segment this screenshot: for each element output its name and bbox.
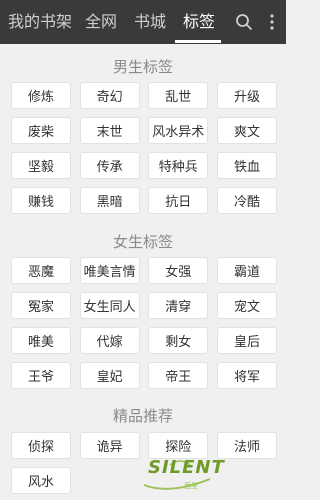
tag-chip[interactable]: 乱世 [148, 82, 209, 109]
tag-chip[interactable]: 王爷 [11, 362, 71, 389]
tag-chip[interactable]: 诡异 [79, 432, 140, 459]
tab-web[interactable]: 全网 [85, 0, 117, 44]
tag-chip[interactable]: 唯美 [11, 327, 71, 354]
search-icon[interactable] [233, 0, 255, 44]
section-title-male: 男生标签 [112, 58, 173, 76]
tag-row: 坚毅 传承 特种兵 铁血 [11, 152, 277, 179]
tag-row: 修炼 奇幻 乱世 升级 [11, 82, 277, 109]
tag-chip[interactable]: 恶魔 [11, 257, 71, 284]
tag-chip[interactable]: 皇后 [216, 327, 277, 354]
tag-chip[interactable]: 赚钱 [11, 187, 71, 214]
tab-bookshelf[interactable]: 我的书架 [8, 0, 72, 44]
more-vertical-icon[interactable] [263, 0, 281, 44]
tag-row: 王爷 皇妃 帝王 将军 [11, 362, 277, 389]
tag-chip[interactable]: 冤家 [11, 292, 71, 319]
tag-row: 废柴 末世 风水异术 爽文 [11, 117, 277, 144]
tag-chip[interactable]: 女生同人 [79, 292, 140, 319]
watermark-sub: 西里 [184, 482, 198, 490]
tag-chip[interactable]: 坚毅 [11, 152, 71, 179]
tag-chip[interactable]: 清穿 [148, 292, 209, 319]
tag-chip[interactable]: 修炼 [11, 82, 71, 109]
tag-chip[interactable]: 皇妃 [79, 362, 140, 389]
tag-chip[interactable]: 黑暗 [79, 187, 140, 214]
tag-chip[interactable]: 剩女 [148, 327, 209, 354]
tag-chip[interactable]: 末世 [79, 117, 140, 144]
tag-chip[interactable]: 传承 [79, 152, 140, 179]
tag-chip[interactable]: 爽文 [216, 117, 277, 144]
watermark-word: SILENT [148, 457, 225, 478]
silent-watermark-logo: SILENT 西里 [140, 455, 232, 499]
tag-chip[interactable]: 宠文 [216, 292, 277, 319]
tag-chip[interactable]: 抗日 [148, 187, 209, 214]
tag-chip[interactable]: 霸道 [216, 257, 277, 284]
tag-chip[interactable]: 将军 [216, 362, 277, 389]
active-tab-indicator [175, 40, 221, 43]
tag-chip[interactable]: 奇幻 [79, 82, 140, 109]
tag-row: 唯美 代嫁 剩女 皇后 [11, 327, 277, 354]
tag-row: 恶魔 唯美言情 女强 霸道 [11, 257, 277, 284]
section-title-recommended: 精品推荐 [112, 407, 173, 425]
tag-row: 冤家 女生同人 清穿 宠文 [11, 292, 277, 319]
tag-chip[interactable]: 侦探 [11, 432, 71, 459]
tag-chip[interactable]: 废柴 [11, 117, 71, 144]
tag-chip[interactable]: 风水异术 [148, 117, 209, 144]
tag-chip[interactable]: 特种兵 [148, 152, 209, 179]
tag-chip[interactable]: 女强 [148, 257, 209, 284]
tag-row: 赚钱 黑暗 抗日 冷酷 [11, 187, 277, 214]
tag-chip[interactable]: 风水 [11, 467, 71, 494]
tag-chip[interactable]: 冷酷 [216, 187, 277, 214]
top-nav-bar: 我的书架 全网 书城 标签 [0, 0, 286, 44]
tag-chip[interactable]: 铁血 [216, 152, 277, 179]
tab-tags[interactable]: 标签 [183, 0, 215, 44]
tag-chip[interactable]: 代嫁 [79, 327, 140, 354]
tag-chip[interactable]: 升级 [216, 82, 277, 109]
tab-bookstore[interactable]: 书城 [134, 0, 166, 44]
tag-chip[interactable]: 帝王 [148, 362, 209, 389]
tag-chip[interactable]: 唯美言情 [79, 257, 140, 284]
section-title-female: 女生标签 [112, 233, 173, 251]
